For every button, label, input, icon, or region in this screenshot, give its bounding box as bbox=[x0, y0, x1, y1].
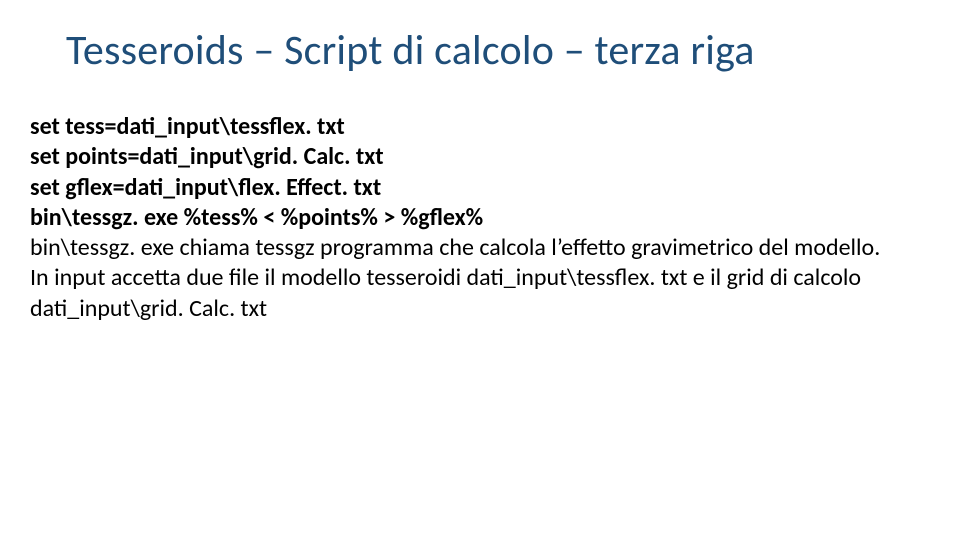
slide: Tesseroids – Script di calcolo – terza r… bbox=[0, 0, 960, 540]
script-line-4: bin\tessgz. exe %tess% < %points% > %gfl… bbox=[30, 203, 930, 233]
script-line-2: set points=dati_input\grid. Calc. txt bbox=[30, 142, 930, 172]
explanation-line-2: In input accetta due file il modello tes… bbox=[30, 263, 930, 323]
slide-title: Tesseroids – Script di calcolo – terza r… bbox=[66, 28, 930, 74]
script-line-1: set tess=dati_input\tessflex. txt bbox=[30, 112, 930, 142]
explanation-line-1: bin\tessgz. exe chiama tessgz programma … bbox=[30, 233, 930, 263]
slide-body: set tess=dati_input\tessflex. txt set po… bbox=[30, 112, 930, 324]
script-line-3: set gflex=dati_input\flex. Effect. txt bbox=[30, 173, 930, 203]
